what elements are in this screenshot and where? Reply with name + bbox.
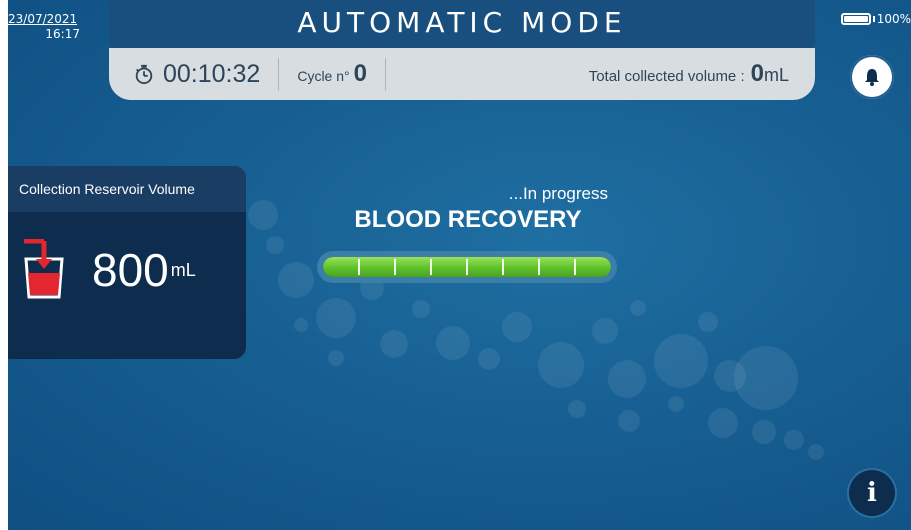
progress-segment-tick (574, 259, 576, 275)
cycle-value: 0 (353, 60, 367, 87)
battery-tip (872, 16, 875, 22)
process-name: BLOOD RECOVERY (354, 206, 582, 233)
cycle-counter: Cycle n° 0 (297, 60, 367, 88)
title-bar: AUTOMATIC MODE (109, 0, 815, 48)
time-text: 16:17 (45, 27, 80, 41)
date-text: 23/07/2021 (8, 12, 78, 26)
divider (278, 58, 280, 90)
status-text: ...In progress (508, 184, 608, 203)
date-time: 23/07/2021 16:17 (8, 12, 80, 41)
total-volume: Total collected volume : 0 mL (589, 60, 789, 88)
reservoir-icon (24, 239, 64, 299)
progress-segment-tick (502, 259, 504, 275)
info-button[interactable]: i (849, 470, 895, 516)
cycle-label: Cycle n° (297, 68, 350, 84)
progress-segment-tick (394, 259, 396, 275)
progress-track (323, 257, 611, 277)
reservoir-value: 800 (92, 244, 169, 296)
timer-value: 00:10:32 (163, 59, 261, 88)
device-screen: 23/07/2021 16:17 AUTOMATIC MODE 00:10:32… (8, 0, 911, 530)
alarm-button[interactable] (850, 55, 894, 99)
total-volume-unit: mL (763, 65, 789, 85)
progress-segment-tick (430, 259, 432, 275)
info-icon: i (867, 478, 877, 508)
total-volume-value: 0 (750, 60, 764, 87)
process-status: ...In progress BLOOD RECOVERY (308, 184, 608, 234)
bell-icon (865, 69, 879, 86)
battery-icon (840, 13, 871, 25)
progress-segment-tick (466, 259, 468, 275)
total-volume-label: Total collected volume : (588, 68, 745, 85)
session-info-bar: 00:10:32 Cycle n° 0 Total collected volu… (109, 48, 815, 100)
battery-percent: 100% (876, 12, 911, 26)
reservoir-title: Collection Reservoir Volume (8, 166, 246, 212)
divider (384, 58, 386, 90)
reservoir-panel: Collection Reservoir Volume 800 mL (8, 166, 246, 359)
progress-bar (317, 251, 617, 283)
progress-segment-tick (358, 259, 360, 275)
stopwatch-icon (135, 64, 153, 85)
page-title: AUTOMATIC MODE (297, 6, 627, 39)
reservoir-unit: mL (170, 259, 196, 280)
reservoir-body: 800 mL (8, 239, 246, 301)
session-timer: 00:10:32 (133, 60, 260, 89)
progress-segment-tick (538, 259, 540, 275)
battery-indicator: 100% (840, 12, 911, 26)
progress-fill (323, 257, 611, 277)
header: AUTOMATIC MODE 00:10:32 Cycle n° 0 Total… (109, 0, 815, 100)
